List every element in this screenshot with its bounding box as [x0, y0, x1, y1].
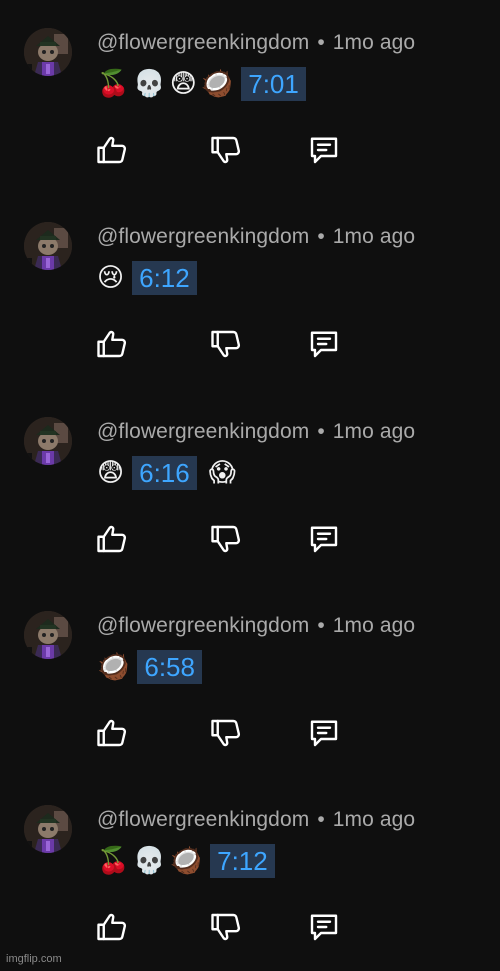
comment: @flowergreenkingdom • 1mo ago 😨 6:16 😱 — [0, 389, 500, 583]
reply-comment-icon — [310, 720, 338, 747]
comment-actions — [0, 132, 500, 168]
comment-actions — [0, 326, 500, 362]
dislike-button[interactable] — [208, 909, 244, 945]
meta-separator: • — [317, 31, 325, 54]
like-button[interactable] — [94, 132, 130, 168]
comment: @flowergreenkingdom • 1mo ago 🥥 6:58 — [0, 583, 500, 777]
comment-actions — [0, 715, 500, 751]
comment-meta: @flowergreenkingdom • 1mo ago — [97, 614, 415, 638]
emoji: 🥥 — [97, 652, 130, 682]
reply-button[interactable] — [306, 909, 342, 945]
author-handle[interactable]: @flowergreenkingdom — [97, 808, 309, 831]
emoji: 🥥 — [169, 846, 203, 876]
comment-age: 1mo ago — [332, 225, 416, 248]
reply-button[interactable] — [306, 715, 342, 751]
avatar[interactable] — [24, 222, 72, 270]
watermark: imgflip.com — [6, 953, 62, 965]
comment-text: 🍒 💀 🥥 7:12 — [97, 843, 287, 879]
avatar-image — [24, 805, 72, 853]
comment: @flowergreenkingdom • 1mo ago 🍒 💀 😨 🥥 7:01 — [0, 0, 500, 194]
comment: @flowergreenkingdom • 1mo ago 🍒 💀 🥥 7:12 — [0, 777, 500, 971]
comment-age: 1mo ago — [332, 420, 416, 443]
meta-separator: • — [317, 808, 325, 831]
emoji: 🍒 — [97, 846, 130, 876]
timestamp-link[interactable]: 6:58 — [137, 650, 202, 684]
thumbs-up-icon — [97, 913, 127, 941]
emoji: 😨 — [97, 458, 125, 488]
emoji-group-before: 🍒 💀 🥥 — [97, 843, 206, 879]
avatar[interactable] — [24, 611, 72, 659]
thumbs-up-icon — [97, 525, 127, 553]
reply-comment-icon — [310, 137, 338, 164]
avatar[interactable] — [24, 28, 72, 76]
emoji: 😢 — [97, 263, 125, 293]
emoji: 😱 — [208, 458, 236, 488]
comment-actions — [0, 909, 500, 945]
comment-text: 😨 6:16 😱 — [97, 455, 240, 491]
comment-meta: @flowergreenkingdom • 1mo ago — [97, 225, 415, 249]
like-button[interactable] — [94, 326, 130, 362]
comment: @flowergreenkingdom • 1mo ago 😢 6:12 — [0, 194, 500, 388]
comment-actions — [0, 521, 500, 557]
thumbs-down-icon — [211, 330, 241, 358]
reply-button[interactable] — [306, 521, 342, 557]
thumbs-up-icon — [97, 330, 127, 358]
comment-text: 😢 6:12 — [97, 260, 209, 296]
reply-button[interactable] — [306, 326, 342, 362]
reply-comment-icon — [310, 914, 338, 941]
emoji: 💀 — [133, 846, 166, 876]
emoji: 🥥 — [200, 69, 234, 99]
meta-separator: • — [317, 420, 325, 443]
meta-separator: • — [317, 614, 325, 637]
thumbs-down-icon — [211, 719, 241, 747]
meta-separator: • — [317, 225, 325, 248]
author-handle[interactable]: @flowergreenkingdom — [97, 420, 309, 443]
comment-meta: @flowergreenkingdom • 1mo ago — [97, 31, 415, 55]
comment-age: 1mo ago — [332, 614, 416, 637]
comment-text: 🥥 6:58 — [97, 649, 214, 685]
avatar-image — [24, 611, 72, 659]
emoji: 🍒 — [97, 69, 130, 99]
thumbs-down-icon — [211, 525, 241, 553]
thumbs-up-icon — [97, 719, 127, 747]
comment-text: 🍒 💀 😨 🥥 7:01 — [97, 66, 318, 102]
author-handle[interactable]: @flowergreenkingdom — [97, 31, 309, 54]
like-button[interactable] — [94, 521, 130, 557]
like-button[interactable] — [94, 715, 130, 751]
thumbs-down-icon — [211, 913, 241, 941]
dislike-button[interactable] — [208, 715, 244, 751]
emoji-group-after: 😱 — [209, 455, 240, 491]
avatar-image — [24, 222, 72, 270]
comment-meta: @flowergreenkingdom • 1mo ago — [97, 808, 415, 832]
author-handle[interactable]: @flowergreenkingdom — [97, 614, 309, 637]
like-button[interactable] — [94, 909, 130, 945]
avatar-image — [24, 417, 72, 465]
comment-age: 1mo ago — [332, 31, 416, 54]
avatar[interactable] — [24, 805, 72, 853]
avatar[interactable] — [24, 417, 72, 465]
timestamp-link[interactable]: 7:01 — [241, 67, 306, 101]
comment-age: 1mo ago — [332, 808, 416, 831]
timestamp-link[interactable]: 7:12 — [210, 844, 275, 878]
avatar-image — [24, 28, 72, 76]
dislike-button[interactable] — [208, 326, 244, 362]
timestamp-link[interactable]: 6:16 — [132, 456, 197, 490]
dislike-button[interactable] — [208, 132, 244, 168]
reply-comment-icon — [310, 331, 338, 358]
reply-button[interactable] — [306, 132, 342, 168]
author-handle[interactable]: @flowergreenkingdom — [97, 225, 309, 248]
comment-meta: @flowergreenkingdom • 1mo ago — [97, 420, 415, 444]
emoji: 😨 — [169, 69, 197, 99]
emoji-group-before: 🥥 — [97, 649, 133, 685]
thumbs-up-icon — [97, 136, 127, 164]
dislike-button[interactable] — [208, 521, 244, 557]
emoji-group-before: 😢 — [97, 260, 128, 296]
timestamp-link[interactable]: 6:12 — [132, 261, 197, 295]
thumbs-down-icon — [211, 136, 241, 164]
emoji-group-before: 😨 — [97, 455, 128, 491]
emoji-group-before: 🍒 💀 😨 🥥 — [97, 66, 237, 102]
reply-comment-icon — [310, 526, 338, 553]
emoji: 💀 — [133, 69, 166, 99]
